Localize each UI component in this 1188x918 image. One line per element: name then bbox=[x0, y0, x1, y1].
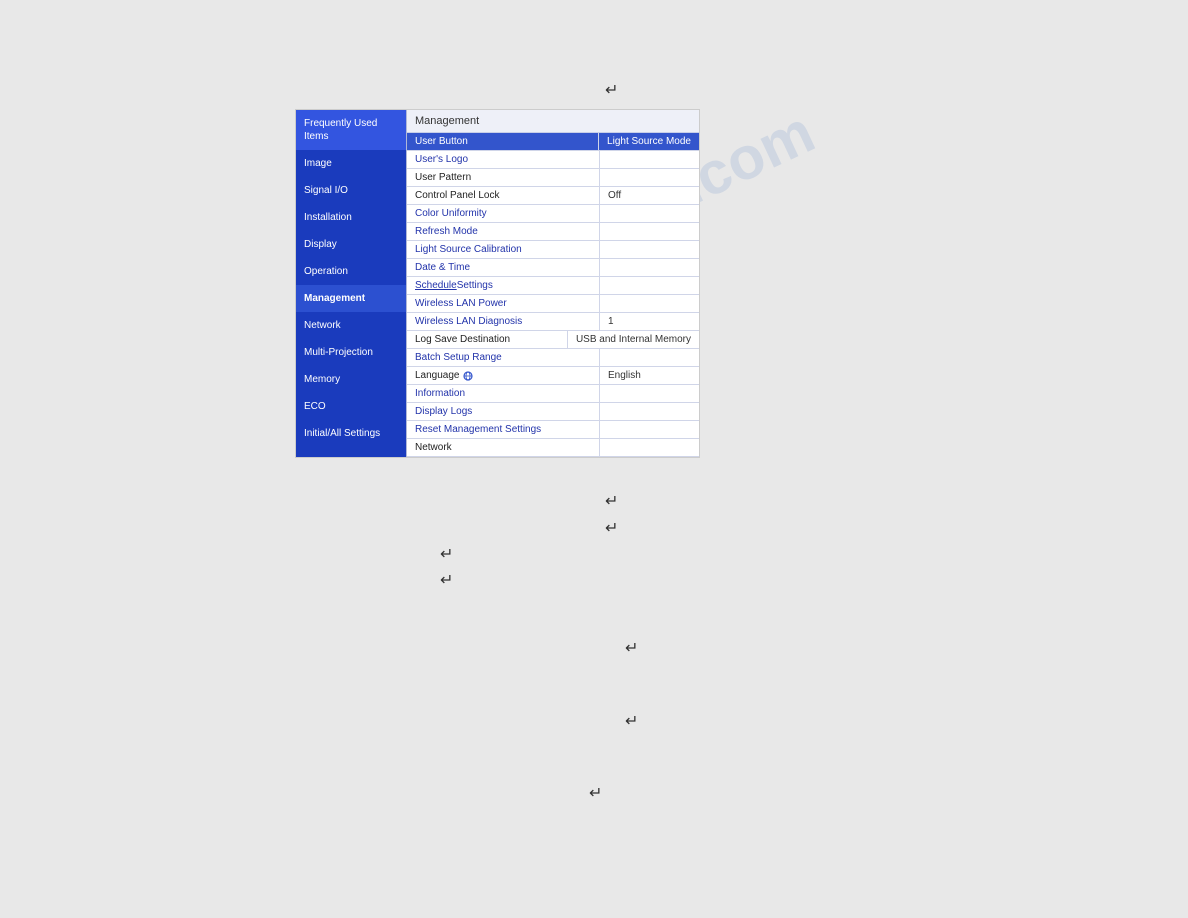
row-label-users-logo: User's Logo bbox=[407, 151, 599, 168]
row-value-wireless-lan-power bbox=[599, 295, 699, 312]
row-value-date-time bbox=[599, 259, 699, 276]
sidebar-item-display[interactable]: Display bbox=[296, 231, 406, 258]
row-label-date-time: Date & Time bbox=[407, 259, 599, 276]
row-value-information bbox=[599, 385, 699, 402]
page-container: ↵ ↵ ↵ ↵ ↵ ↵ ↵ ↵ manualshive.com Frequent… bbox=[0, 0, 1188, 918]
table-row[interactable]: Network bbox=[407, 439, 699, 457]
row-label-information: Information bbox=[407, 385, 599, 402]
row-value-wireless-lan-diagnosis: 1 bbox=[599, 313, 699, 330]
table-row[interactable]: User's Logo bbox=[407, 151, 699, 169]
row-value-reset-management-settings bbox=[599, 421, 699, 438]
row-value-language: English bbox=[599, 367, 699, 384]
row-label-refresh-mode: Refresh Mode bbox=[407, 223, 599, 240]
row-label-reset-management-settings: Reset Management Settings bbox=[407, 421, 599, 438]
row-label-schedule-settings: Schedule Settings bbox=[407, 277, 599, 294]
schedule-underline: Schedule bbox=[415, 280, 457, 291]
return-arrow-6: ↵ bbox=[625, 638, 638, 658]
sidebar-item-operation[interactable]: Operation bbox=[296, 258, 406, 285]
row-value-log-save-destination: USB and Internal Memory bbox=[567, 331, 699, 348]
row-label-wireless-lan-power: Wireless LAN Power bbox=[407, 295, 599, 312]
table-row[interactable]: Display Logs bbox=[407, 403, 699, 421]
return-arrow-2: ↵ bbox=[605, 491, 618, 511]
content-panel: Management User Button Light Source Mode… bbox=[406, 110, 699, 457]
row-label-color-uniformity: Color Uniformity bbox=[407, 205, 599, 222]
row-value-refresh-mode bbox=[599, 223, 699, 240]
globe-icon bbox=[463, 371, 473, 381]
table-row[interactable]: Wireless LAN Diagnosis 1 bbox=[407, 313, 699, 331]
sidebar-item-image[interactable]: Image bbox=[296, 150, 406, 177]
sidebar: Frequently Used Items Image Signal I/O I… bbox=[296, 110, 406, 457]
row-label-user-button: User Button bbox=[407, 133, 598, 150]
row-label-network: Network bbox=[407, 439, 599, 456]
table-row[interactable]: Batch Setup Range bbox=[407, 349, 699, 367]
row-label-language: Language bbox=[407, 367, 599, 384]
row-value-control-panel-lock: Off bbox=[599, 187, 699, 204]
sidebar-item-signal-io[interactable]: Signal I/O bbox=[296, 177, 406, 204]
table-row[interactable]: Wireless LAN Power bbox=[407, 295, 699, 313]
row-value-display-logs bbox=[599, 403, 699, 420]
table-row[interactable]: Schedule Settings bbox=[407, 277, 699, 295]
return-arrow-8: ↵ bbox=[589, 783, 602, 803]
row-value-users-logo bbox=[599, 151, 699, 168]
return-arrow-4: ↵ bbox=[440, 544, 453, 564]
table-row[interactable]: Reset Management Settings bbox=[407, 421, 699, 439]
table-row[interactable]: Refresh Mode bbox=[407, 223, 699, 241]
row-label-user-pattern: User Pattern bbox=[407, 169, 599, 186]
sidebar-item-management[interactable]: Management bbox=[296, 285, 406, 312]
table-row[interactable]: User Pattern bbox=[407, 169, 699, 187]
row-label-light-source-calibration: Light Source Calibration bbox=[407, 241, 599, 258]
menu-panel: Frequently Used Items Image Signal I/O I… bbox=[295, 109, 700, 458]
sidebar-item-eco[interactable]: ECO bbox=[296, 393, 406, 420]
sidebar-item-memory[interactable]: Memory bbox=[296, 366, 406, 393]
return-arrow-3: ↵ bbox=[605, 518, 618, 538]
sidebar-item-installation[interactable]: Installation bbox=[296, 204, 406, 231]
sidebar-item-frequently-used[interactable]: Frequently Used Items bbox=[296, 110, 406, 150]
table-row[interactable]: User Button Light Source Mode bbox=[407, 133, 699, 151]
return-arrow-5: ↵ bbox=[440, 570, 453, 590]
row-value-light-source-calibration bbox=[599, 241, 699, 258]
row-value-user-button: Light Source Mode bbox=[598, 133, 699, 150]
table-row[interactable]: Log Save Destination USB and Internal Me… bbox=[407, 331, 699, 349]
row-value-color-uniformity bbox=[599, 205, 699, 222]
content-header: Management bbox=[407, 110, 699, 133]
table-row[interactable]: Control Panel Lock Off bbox=[407, 187, 699, 205]
return-arrow-7: ↵ bbox=[625, 711, 638, 731]
sidebar-item-initial-all-settings[interactable]: Initial/All Settings bbox=[296, 420, 406, 447]
row-value-user-pattern bbox=[599, 169, 699, 186]
table-row[interactable]: Language English bbox=[407, 367, 699, 385]
sidebar-item-multi-projection[interactable]: Multi-Projection bbox=[296, 339, 406, 366]
table-row[interactable]: Color Uniformity bbox=[407, 205, 699, 223]
row-label-wireless-lan-diagnosis: Wireless LAN Diagnosis bbox=[407, 313, 599, 330]
row-label-control-panel-lock: Control Panel Lock bbox=[407, 187, 599, 204]
table-row[interactable]: Information bbox=[407, 385, 699, 403]
table-row[interactable]: Date & Time bbox=[407, 259, 699, 277]
row-value-network bbox=[599, 439, 699, 456]
row-label-batch-setup-range: Batch Setup Range bbox=[407, 349, 599, 366]
return-arrow-1: ↵ bbox=[605, 80, 618, 100]
row-value-batch-setup-range bbox=[599, 349, 699, 366]
row-label-display-logs: Display Logs bbox=[407, 403, 599, 420]
sidebar-item-network[interactable]: Network bbox=[296, 312, 406, 339]
row-label-log-save-destination: Log Save Destination bbox=[407, 331, 567, 348]
row-value-schedule-settings bbox=[599, 277, 699, 294]
table-row[interactable]: Light Source Calibration bbox=[407, 241, 699, 259]
